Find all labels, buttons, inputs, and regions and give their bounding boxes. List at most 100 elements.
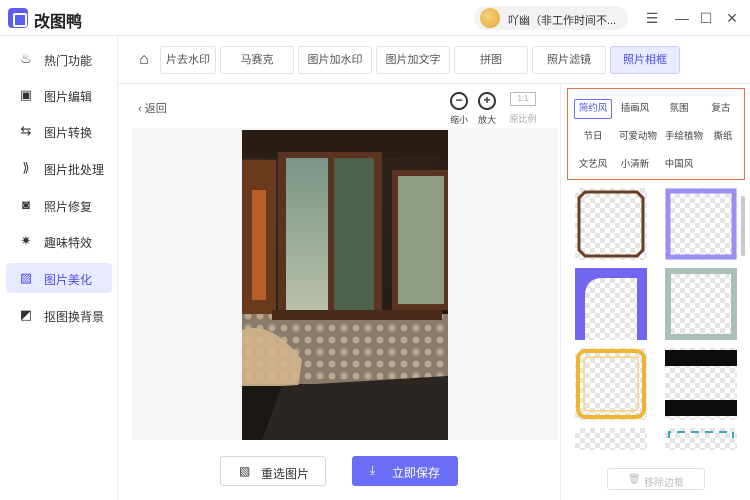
trash-icon: 🗑 — [628, 474, 641, 485]
sidebar-item-label: 图片转换 — [44, 126, 93, 140]
sidebar-item-hot[interactable]: ♨ 热门功能 — [6, 44, 112, 74]
close-button[interactable]: ✕ — [722, 8, 742, 28]
editor-main: ‹ 返回 − 缩小 + 放大 1:1 原比例 ▧ 重选图片 ⤓ 立即保存 — [118, 84, 560, 500]
zoom-out-button[interactable]: − 缩小 — [444, 92, 474, 126]
image-canvas — [132, 128, 558, 440]
tool-toolbar: ⌂ 片去水印 马赛克 图片加水印 图片加文字 拼图 照片滤镜 照片相框 — [118, 36, 750, 84]
fire-icon: ♨ — [20, 51, 32, 66]
tab-photo-frame[interactable]: 照片相框 — [610, 46, 680, 74]
menu-icon[interactable]: ☰ — [642, 8, 662, 28]
sidebar-item-label: 图片编辑 — [44, 90, 93, 104]
style-chip-illustration[interactable]: 插画风 — [616, 99, 654, 119]
style-chip-cute-animals[interactable]: 可爱动物 — [616, 127, 660, 147]
tab-filter[interactable]: 照片滤镜 — [532, 46, 606, 74]
sidebar-item-repair[interactable]: ◙ 照片修复 — [6, 190, 112, 220]
style-chip-festival[interactable]: 节日 — [574, 127, 612, 147]
reselect-image-button[interactable]: ▧ 重选图片 — [220, 456, 326, 486]
frame-thumbnail[interactable] — [575, 188, 647, 260]
frame-thumbnail[interactable] — [665, 348, 737, 420]
zoom-out-label: 缩小 — [449, 115, 468, 125]
image-icon: ▧ — [239, 464, 251, 478]
sidebar-item-label: 图片批处理 — [44, 163, 105, 177]
frame-preview-purple-rounded — [575, 268, 647, 340]
sidebar-item-label: 趣味特效 — [44, 236, 93, 250]
frame-preview-lavender — [665, 188, 737, 260]
tab-collage[interactable]: 拼图 — [454, 46, 528, 74]
convert-icon: ⇆ — [20, 123, 32, 138]
minimize-button[interactable]: — — [672, 8, 692, 28]
sidebar-item-beautify[interactable]: ▨ 图片美化 — [6, 263, 112, 293]
title-bar: 改图鸭 吖幽（非工作时间不... ☰ — ☐ ✕ — [0, 0, 750, 36]
frame-preview-teal-dashed — [668, 431, 734, 438]
save-button[interactable]: ⤓ 立即保存 — [352, 456, 458, 486]
zoom-in-icon: + — [478, 92, 496, 110]
image-edit-icon: ▣ — [19, 87, 33, 102]
style-chip-retro[interactable]: 复古 — [702, 99, 740, 119]
style-chip-fresh[interactable]: 小清新 — [616, 155, 654, 175]
zoom-out-icon: − — [450, 92, 468, 110]
frame-panel: 简约风 插画风 氛围 复古 节日 可爱动物 手绘植物 撕纸 文艺风 小清新 中国… — [560, 84, 750, 500]
remove-frame-label: 移除边框 — [644, 478, 684, 489]
tab-remove-watermark[interactable]: 片去水印 — [160, 46, 216, 74]
sidebar-item-convert[interactable]: ⇆ 图片转换 — [6, 116, 112, 146]
sidebar: ♨ 热门功能 ▣ 图片编辑 ⇆ 图片转换 ⟫ 图片批处理 ◙ 照片修复 ✷ 趣味… — [0, 36, 118, 500]
user-name: 吖幽（非工作时间不... — [508, 15, 617, 27]
style-chip-hand-drawn-plants[interactable]: 手绘植物 — [662, 127, 706, 147]
frame-preview-gold — [576, 349, 646, 419]
remove-frame-button[interactable]: 🗑 移除边框 — [607, 468, 705, 490]
style-chip-chinese[interactable]: 中国风 — [660, 155, 698, 175]
frame-style-categories: 简约风 插画风 氛围 复古 节日 可爱动物 手绘植物 撕纸 文艺风 小清新 中国… — [567, 88, 745, 180]
cutout-icon: ◩ — [19, 307, 33, 322]
frame-list-scrollbar[interactable] — [741, 196, 745, 256]
photo-illustration — [242, 130, 448, 440]
sidebar-item-label: 热门功能 — [44, 54, 93, 68]
sidebar-item-batch[interactable]: ⟫ 图片批处理 — [6, 153, 112, 183]
sparkle-icon: ✷ — [20, 233, 32, 248]
original-ratio-button[interactable]: 1:1 原比例 — [508, 92, 538, 125]
frame-thumbnail[interactable] — [665, 268, 737, 340]
tab-add-watermark[interactable]: 图片加水印 — [298, 46, 372, 74]
frame-thumbnail[interactable] — [575, 428, 647, 450]
maximize-button[interactable]: ☐ — [696, 8, 716, 28]
sidebar-item-cutout[interactable]: ◩ 抠图换背景 — [6, 300, 112, 330]
repair-icon: ◙ — [22, 197, 30, 212]
back-label: 返回 — [144, 103, 167, 115]
zoom-in-button[interactable]: + 放大 — [472, 92, 502, 126]
ratio-icon: 1:1 — [510, 92, 536, 106]
frame-thumbnail-grid — [571, 188, 745, 450]
style-chip-torn-paper[interactable]: 撕纸 — [704, 127, 742, 147]
sidebar-item-effects[interactable]: ✷ 趣味特效 — [6, 226, 112, 256]
batch-icon: ⟫ — [22, 160, 30, 175]
app-logo-icon — [8, 8, 28, 28]
tab-add-text[interactable]: 图片加文字 — [376, 46, 450, 74]
save-label: 立即保存 — [392, 466, 441, 480]
ratio-label: 原比例 — [509, 114, 537, 124]
save-icon: ⤓ — [370, 463, 376, 477]
beautify-icon: ▨ — [19, 270, 33, 285]
home-icon[interactable]: ⌂ — [132, 48, 156, 72]
user-account-pill[interactable]: 吖幽（非工作时间不... — [474, 6, 628, 30]
style-chip-atmosphere[interactable]: 氛围 — [660, 99, 698, 119]
chevron-left-icon: ‹ — [138, 103, 145, 115]
avatar[interactable] — [480, 8, 500, 28]
frame-thumbnail[interactable] — [575, 268, 647, 340]
frame-preview-black-bars — [665, 350, 737, 416]
sidebar-item-label: 抠图换背景 — [44, 310, 105, 324]
sidebar-item-image-edit[interactable]: ▣ 图片编辑 — [6, 80, 112, 110]
frame-preview-brown-notched — [577, 190, 645, 258]
frame-preview-sage — [665, 268, 737, 340]
app-title: 改图鸭 — [34, 14, 83, 31]
sidebar-item-label: 图片美化 — [44, 273, 93, 287]
style-chip-minimal[interactable]: 简约风 — [574, 99, 612, 119]
frame-thumbnail[interactable] — [665, 188, 737, 260]
frame-thumbnail[interactable] — [575, 348, 647, 420]
style-chip-literary[interactable]: 文艺风 — [574, 155, 612, 175]
zoom-in-label: 放大 — [477, 115, 496, 125]
action-bar: ▧ 重选图片 ⤓ 立即保存 — [118, 440, 560, 500]
sidebar-item-label: 照片修复 — [44, 200, 93, 214]
back-link[interactable]: ‹ 返回 — [138, 100, 167, 116]
tab-mosaic[interactable]: 马赛克 — [220, 46, 294, 74]
edited-photo — [242, 130, 448, 440]
reselect-label: 重选图片 — [261, 467, 310, 481]
frame-thumbnail[interactable] — [665, 428, 737, 450]
